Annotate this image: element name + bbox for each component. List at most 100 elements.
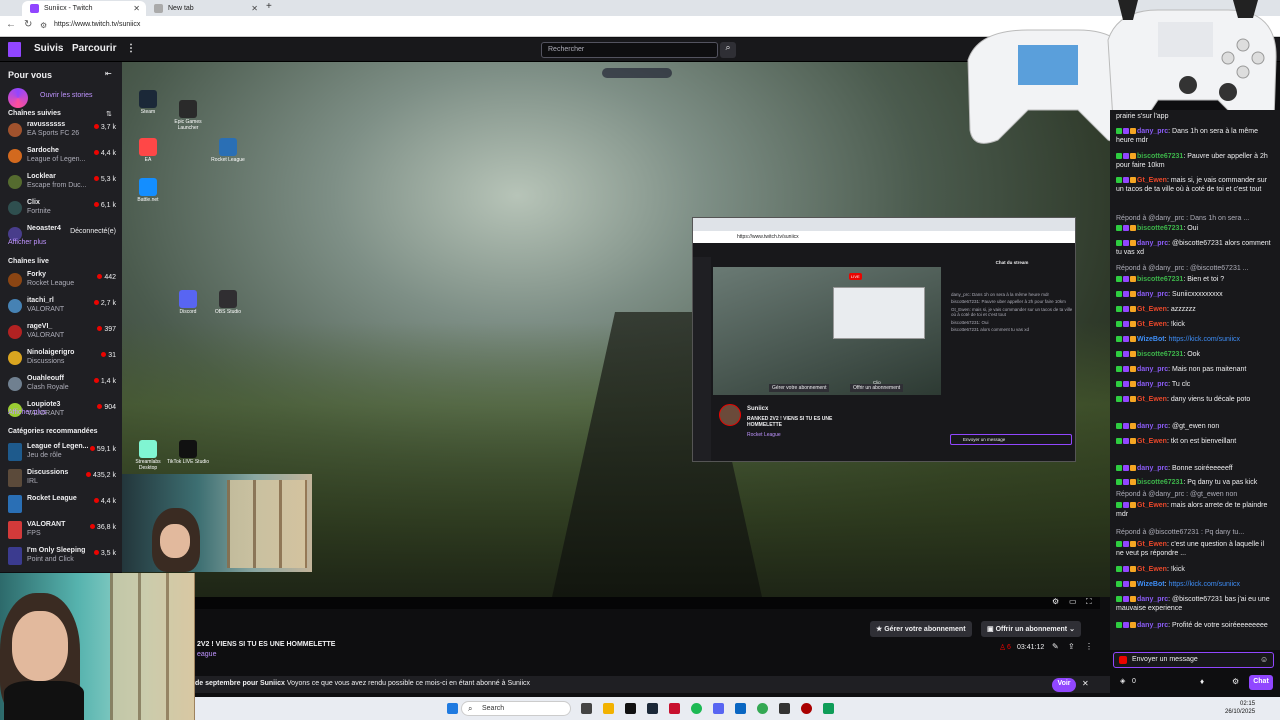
show-more-followed[interactable]: Afficher plus [8,239,46,246]
obs-icon[interactable] [801,703,812,714]
chat-username[interactable]: Gt_Ewen [1137,566,1167,573]
nav-browse[interactable]: Parcourir [72,43,116,54]
share-icon[interactable]: ⇪ [1068,642,1075,651]
app-dark-icon[interactable] [779,703,790,714]
desktop-icon[interactable]: Steam [126,90,170,120]
desktop-icon[interactable]: OBS Studio [206,290,250,320]
system-clock[interactable]: 02:15 26/10/2025 [1225,700,1255,716]
tab-twitch[interactable]: Suniicx - Twitch ✕ [22,1,146,16]
chat-input[interactable]: Envoyer un message ☺ [1113,652,1274,668]
category-item[interactable]: Discussions IRL 435,2 k [6,468,118,492]
badge-icon[interactable]: ♦ [1200,677,1204,686]
channel-item[interactable]: itachi_rl VALORANT 2,7 k [6,296,118,320]
theatre-icon[interactable]: ▭ [1069,597,1077,606]
emote-icon[interactable]: ☺ [1260,655,1268,664]
spotify-icon[interactable] [691,703,702,714]
chat-settings-icon[interactable]: ⚙ [1232,677,1239,686]
channel-item[interactable]: Clix Fortnite 6,1 k [6,198,118,222]
url-field[interactable]: https://www.twitch.tv/suniicx [54,21,140,28]
app-green-icon[interactable] [823,703,834,714]
back-icon[interactable]: ← [6,19,16,30]
show-more-live[interactable]: Afficher plus [8,409,46,416]
chat-username[interactable]: dany_prc [1137,128,1168,135]
chat-username[interactable]: dany_prc [1137,291,1168,298]
channel-item[interactable]: rageVI_ VALORANT 397 [6,322,118,346]
desktop-icon[interactable]: Discord [166,290,210,320]
category-item[interactable]: VALORANT FPS 36,8 k [6,520,118,544]
chat-username[interactable]: Gt_Ewen [1137,321,1167,328]
app-red-icon[interactable] [669,703,680,714]
chat-username[interactable]: dany_prc [1137,465,1168,472]
category-item[interactable]: I'm Only Sleeping Point and Click 3,5 k [6,546,118,570]
task-view-icon[interactable] [581,703,592,714]
chat-username[interactable]: biscotte67231 [1137,479,1183,486]
manage-sub-button[interactable]: ★ Gérer votre abonnement [870,621,972,637]
chat-username[interactable]: Gt_Ewen [1137,396,1167,403]
chat-username[interactable]: biscotte67231 [1137,153,1183,160]
chat-text[interactable]: https://kick.com/suniicx [1168,581,1240,588]
reload-icon[interactable]: ↻ [24,19,32,30]
collapse-sidebar-icon[interactable]: ⇤ [105,69,112,78]
chat-username[interactable]: dany_prc [1137,622,1168,629]
channel-points-icon[interactable]: ◈ [1120,677,1125,685]
new-tab-button[interactable]: + [266,1,272,12]
search-icon[interactable]: ⌕ [720,42,736,58]
chat-username[interactable]: WizeBot [1137,336,1165,343]
search-input[interactable]: Rechercher [541,42,718,58]
desktop-icon[interactable]: Battle.net [126,178,170,208]
chat-username[interactable]: Gt_Ewen [1137,502,1167,509]
channel-item[interactable]: Ninolaigerigro Discussions 31 [6,348,118,372]
desktop-icon[interactable]: Epic Games Launcher [166,100,210,131]
stories-avatar[interactable] [8,88,28,108]
outlook-icon[interactable] [735,703,746,714]
open-stories-link[interactable]: Ouvrir les stories [40,92,93,99]
category-item[interactable]: League of Legen... Jeu de rôle 59,1 k [6,442,118,466]
more-options-icon[interactable]: ⋮ [1085,642,1093,651]
chat-username[interactable]: Gt_Ewen [1137,306,1167,313]
channel-item[interactable]: Ouahleouff Clash Royale 1,4 k [6,374,118,398]
gift-sub-button[interactable]: ▣ Offrir un abonnement ⌄ [981,621,1081,637]
tiktok-icon[interactable] [625,703,636,714]
chat-username[interactable]: biscotte67231 [1137,351,1183,358]
start-icon[interactable] [447,703,458,714]
gift-icon[interactable] [1119,656,1127,664]
chat-username[interactable]: dany_prc [1137,596,1168,603]
chat-username[interactable]: dany_prc [1137,240,1168,247]
chat-username[interactable]: biscotte67231 [1137,225,1183,232]
settings-icon[interactable]: ⚙ [1052,597,1059,606]
tab-new[interactable]: New tab ✕ [146,1,264,16]
desktop-icon[interactable]: TikTok LIVE Studio [166,440,210,470]
taskbar-search[interactable]: ⌕ Search [461,701,571,716]
sort-icon[interactable]: ⇅ [106,110,112,118]
file-explorer-icon[interactable] [603,703,614,714]
chat-username[interactable]: Gt_Ewen [1137,541,1167,548]
channel-item[interactable]: Sardoche League of Legen... 4,4 k [6,146,118,170]
chat-username[interactable]: WizeBot [1137,581,1165,588]
channel-item[interactable]: Locklear Escape from Duc... 5,3 k [6,172,118,196]
banner-view-button[interactable]: Voir [1052,678,1076,692]
edit-icon[interactable]: ✎ [1052,642,1059,651]
chrome-icon[interactable] [757,703,768,714]
chat-username[interactable]: dany_prc [1137,423,1168,430]
category-item[interactable]: Rocket League 4,4 k [6,494,118,518]
chat-send-button[interactable]: Chat [1249,675,1273,690]
desktop-icon[interactable]: EA [126,138,170,168]
steam-icon[interactable] [647,703,658,714]
fullscreen-icon[interactable]: ⛶ [1086,597,1092,607]
chat-username[interactable]: Gt_Ewen [1137,177,1167,184]
banner-close-icon[interactable]: ✕ [1082,679,1089,688]
site-info-icon[interactable]: ⚙ [40,21,47,30]
chat-text[interactable]: https://kick.com/suniicx [1168,336,1240,343]
close-tab-icon[interactable]: ✕ [251,4,258,13]
nav-following[interactable]: Suivis [34,43,63,54]
chat-username[interactable]: dany_prc [1137,366,1168,373]
chat-username[interactable]: biscotte67231 [1137,276,1183,283]
chat-username[interactable]: dany_prc [1137,381,1168,388]
close-tab-icon[interactable]: ✕ [133,4,140,13]
channel-item[interactable]: ravussssss EA Sports FC 26 3,7 k [6,120,118,144]
more-menu-icon[interactable]: ⋮ [126,43,136,54]
stream-game[interactable]: eague [197,651,216,658]
player-controls[interactable]: ⚙ ▭ ⛶ [190,597,1100,609]
discord-icon[interactable] [713,703,724,714]
desktop-icon[interactable]: Rocket League [206,138,250,168]
